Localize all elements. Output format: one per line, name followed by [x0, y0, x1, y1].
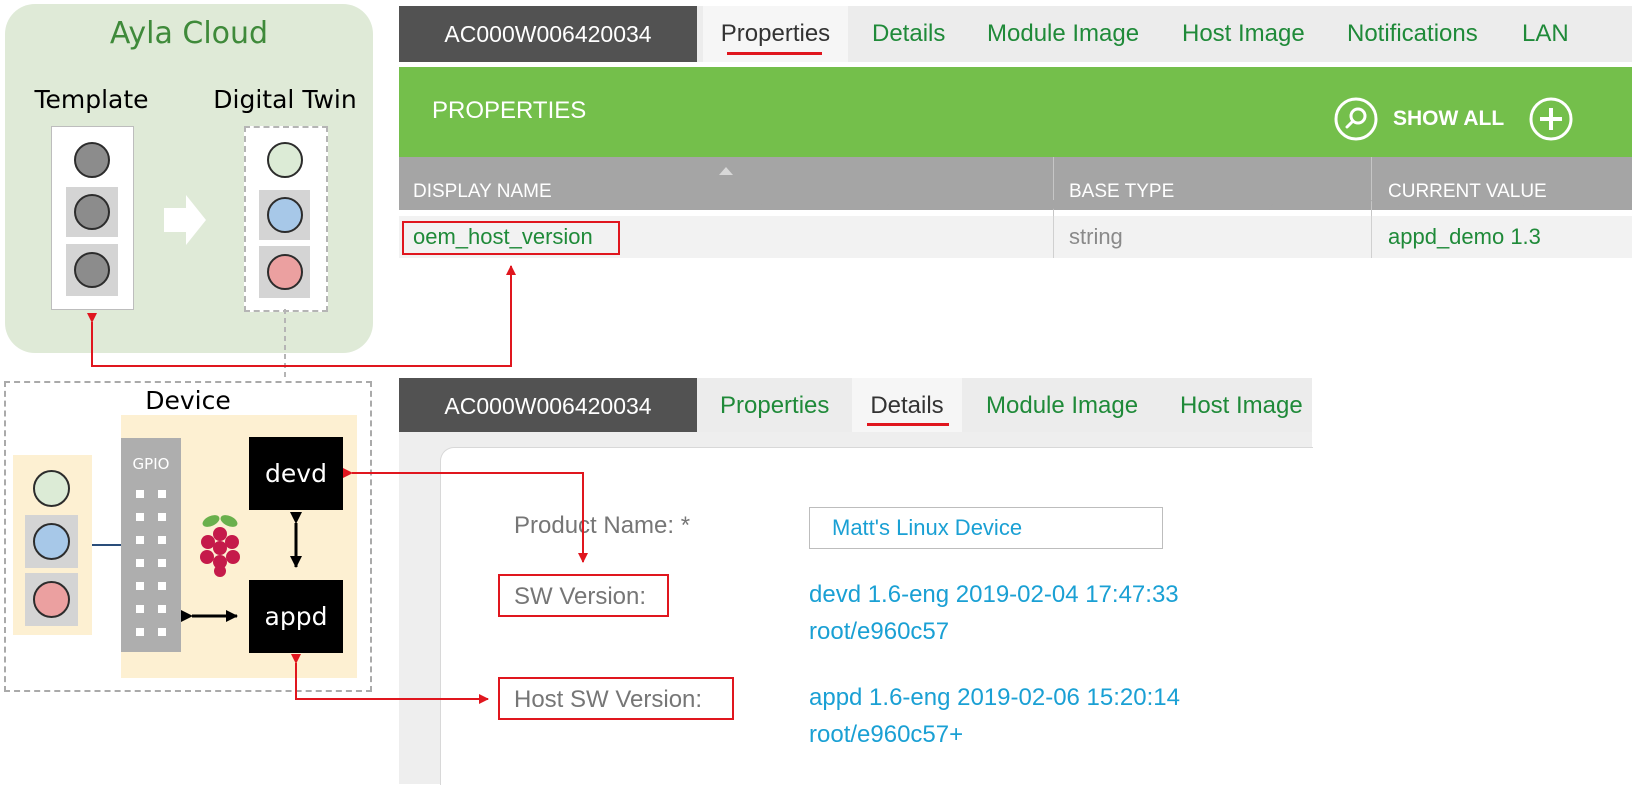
- connector-overlay: [87, 265, 588, 704]
- appd-host-sw-version-link: [291, 654, 489, 704]
- template-property-link: [87, 265, 516, 367]
- devd-sw-version-link: [343, 468, 588, 563]
